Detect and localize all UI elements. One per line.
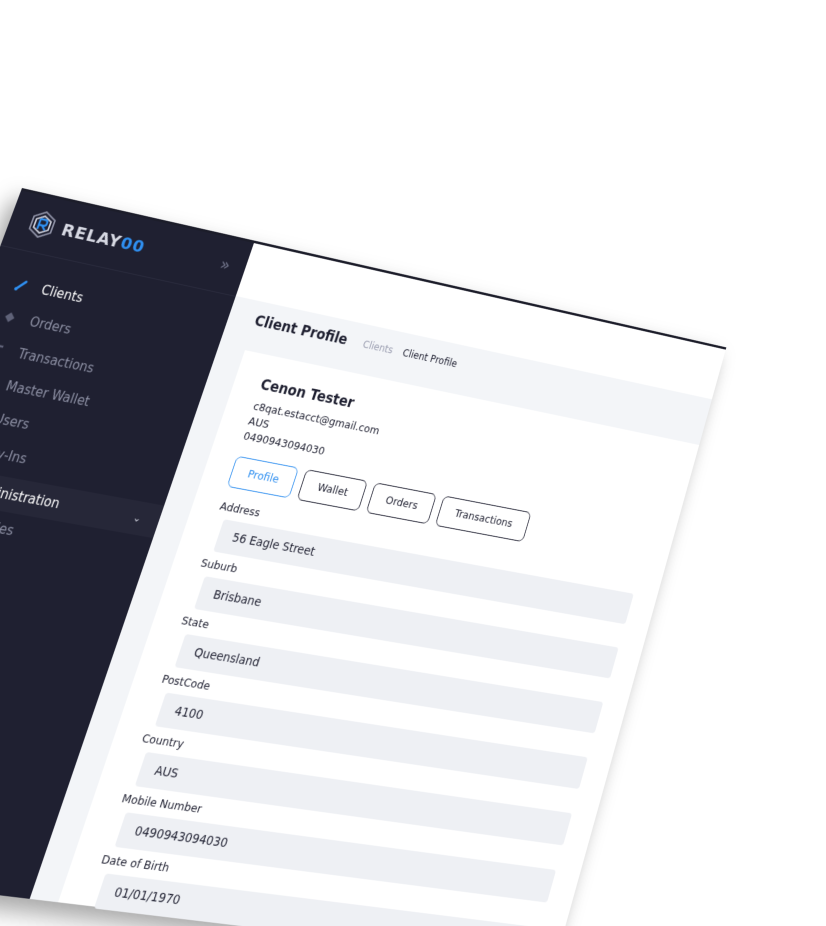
sidebar-item-label: Pay-Ins	[0, 443, 29, 467]
chevron-down-icon[interactable]: ⌄	[131, 511, 143, 524]
brand-name: RELAY00	[59, 219, 148, 257]
sidebar-item-label: Orders	[27, 314, 73, 337]
bracket-icon	[0, 338, 10, 360]
brush-icon	[9, 274, 34, 296]
sidebar-item-label: Users	[0, 411, 32, 433]
brand-name-part2: 00	[118, 232, 148, 257]
sidebar-item-label: Clients	[39, 282, 85, 306]
sidebar-item-label: Roles	[0, 517, 16, 539]
relay-logo-icon	[23, 208, 61, 242]
tab-profile[interactable]: Profile	[227, 456, 300, 499]
screenshot-scene: RELAY00 » Clients Orders Transactions Ma…	[0, 0, 826, 926]
tab-wallet[interactable]: Wallet	[297, 469, 368, 511]
diamond-icon	[0, 306, 22, 328]
sidebar-item-label: Administration	[0, 480, 62, 512]
breadcrumb-current: Client Profile	[401, 347, 459, 370]
page-title: Client Profile	[252, 313, 350, 349]
app-window: RELAY00 » Clients Orders Transactions Ma…	[0, 188, 726, 926]
tab-orders[interactable]: Orders	[366, 482, 438, 524]
double-chevron-right-icon[interactable]: »	[218, 255, 233, 273]
brand-name-part1: RELAY	[59, 219, 125, 252]
tab-transactions[interactable]: Transactions	[435, 496, 531, 542]
breadcrumb-clients[interactable]: Clients	[361, 338, 394, 355]
